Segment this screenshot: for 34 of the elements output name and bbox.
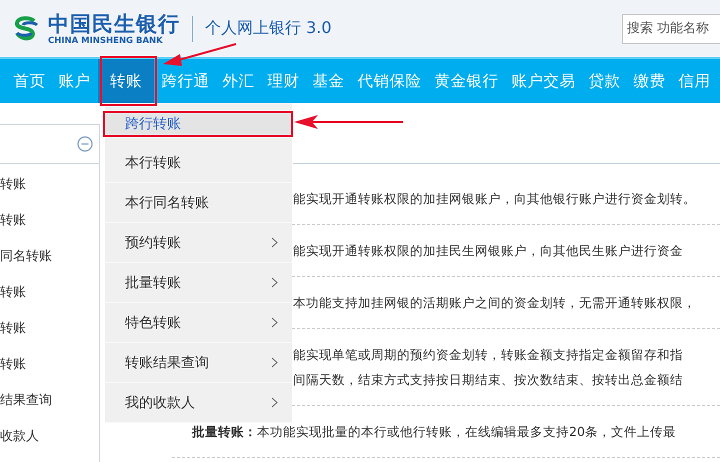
- sidebar-item[interactable]: 同名转账: [0, 238, 99, 274]
- chevron-icon: [271, 277, 278, 288]
- product-title: 个人网上银行 3.0: [205, 18, 332, 39]
- chevron-icon: [271, 357, 278, 368]
- chevron-icon: [271, 237, 278, 248]
- description-text: 能实现单笔或周期的预约资金划转，转账金额支持指定金额留存和指: [293, 346, 683, 364]
- menu-item[interactable]: 我的收款人: [105, 383, 292, 423]
- menu-item[interactable]: 预约转账: [105, 223, 292, 263]
- sidebar-item[interactable]: 转账: [0, 346, 99, 382]
- description-text: 批量转账：本功能实现批量的本行或他行转账，在线编辑最多支持20条，文件上传最: [192, 423, 676, 441]
- menu-item[interactable]: 跨行转账: [105, 112, 292, 135]
- description-text: 能实现开通转账权限的加挂民生网银账户，向其他民生账户进行资金: [293, 242, 683, 260]
- sidebar-item[interactable]: 转账: [0, 202, 99, 238]
- sidebar-item[interactable]: 转账: [0, 166, 99, 202]
- chevron-icon: [271, 317, 278, 328]
- sidebar-item[interactable]: 转账: [0, 274, 99, 310]
- sidebar-item[interactable]: 收款人: [0, 418, 99, 454]
- sidebar-item[interactable]: 转账: [0, 310, 99, 346]
- search-field[interactable]: 搜索 功能名称: [622, 14, 720, 44]
- menu-item[interactable]: 特色转账: [105, 303, 292, 343]
- menu-item[interactable]: 本行同名转账: [105, 183, 292, 223]
- highlight-frame: [100, 56, 157, 106]
- menu-item[interactable]: 转账结果查询: [105, 343, 292, 383]
- description-text: 本功能支持加挂网银的活期账户之间的资金划转，无需开通转账权限，: [293, 294, 696, 312]
- bank-name-english: CHINA MINSHENG BANK: [48, 36, 164, 46]
- bank-name: 中国民生银行: [48, 12, 180, 36]
- sidebar-item[interactable]: 结果查询: [0, 382, 99, 418]
- nav-tab[interactable]: 转账: [98, 59, 154, 103]
- chevron-icon: [271, 397, 278, 408]
- menu-item[interactable]: 批量转账: [105, 263, 292, 303]
- menu-item[interactable]: 本行转账: [105, 143, 292, 183]
- description-text: 间隔天数，结束方式支持按日期结束、按次数结束、按转出总金额结: [293, 371, 683, 389]
- collapse-icon[interactable]: [77, 136, 93, 152]
- description-text: 能实现开通转账权限的加挂网银账户，向其他银行账户进行资金划转。: [293, 190, 696, 208]
